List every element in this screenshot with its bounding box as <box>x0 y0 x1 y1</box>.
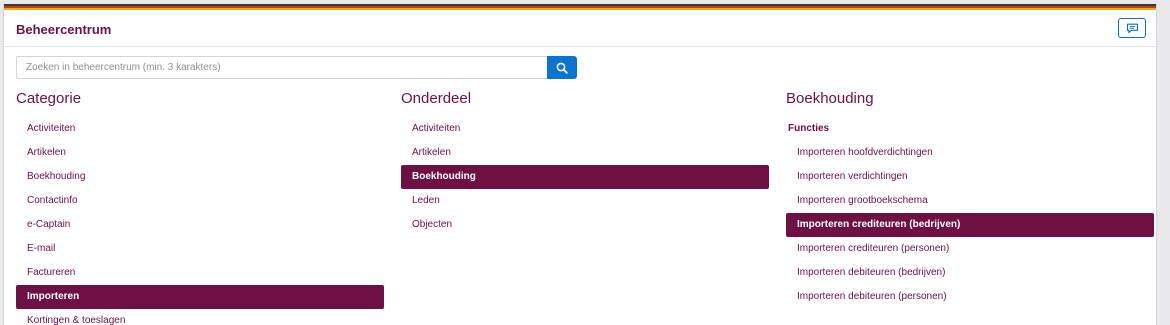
categorie-item[interactable]: e-Captain <box>16 213 384 237</box>
panel-header: Beheercentrum <box>4 10 1156 47</box>
onderdeel-item[interactable]: Activiteiten <box>401 117 769 141</box>
functie-item[interactable]: Importeren grootboekschema <box>786 189 1154 213</box>
boekhouding-column: Boekhouding Functies Importeren hoofdver… <box>786 90 1154 309</box>
categorie-item[interactable]: Activiteiten <box>16 117 384 141</box>
search-icon <box>556 62 568 74</box>
categorie-item[interactable]: Importeren <box>16 285 384 309</box>
categorie-item[interactable]: Artikelen <box>16 141 384 165</box>
categorie-heading: Categorie <box>16 90 82 107</box>
functie-item[interactable]: Importeren crediteuren (bedrijven) <box>786 213 1154 237</box>
categorie-item[interactable]: Contactinfo <box>16 189 384 213</box>
beheercentrum-panel: Beheercentrum Categorie ActiviteitenArti… <box>3 4 1157 325</box>
onderdeel-column: Onderdeel Activiteiten Artikelen Boekhoudi… <box>401 90 769 237</box>
functies-list: Importeren hoofdverdichtingen Importeren … <box>786 141 1154 309</box>
chat-icon <box>1126 23 1138 33</box>
functie-item[interactable]: Importeren hoofdverdichtingen <box>786 141 1154 165</box>
onderdeel-item[interactable]: Objecten <box>401 213 769 237</box>
onderdeel-item[interactable]: Leden <box>401 189 769 213</box>
search-input[interactable] <box>16 56 547 79</box>
categorie-column: Categorie Activiteiten Artikelen Boekhoudi… <box>16 90 384 325</box>
onderdeel-heading: Onderdeel <box>401 90 472 107</box>
categorie-item[interactable]: Factureren <box>16 261 384 285</box>
page-title: Beheercentrum <box>16 22 112 37</box>
boekhouding-heading: Boekhouding <box>786 90 874 107</box>
search-bar <box>16 56 577 79</box>
functie-item[interactable]: Importeren crediteuren (personen) <box>786 237 1154 261</box>
categorie-item[interactable]: E-mail <box>16 237 384 261</box>
categorie-list: Activiteiten Artikelen Boekhouding Contacti… <box>16 117 384 325</box>
onderdeel-item[interactable]: Artikelen <box>401 141 769 165</box>
functies-section-label: Functies <box>788 123 830 134</box>
onderdeel-list: Activiteiten Artikelen Boekhouding Leden Obj… <box>401 117 769 237</box>
functie-item[interactable]: Importeren debiteuren (personen) <box>786 285 1154 309</box>
chat-button[interactable] <box>1118 18 1146 38</box>
functie-item[interactable]: Importeren debiteuren (bedrijven) <box>786 261 1154 285</box>
categorie-item[interactable]: Kortingen & toeslagen <box>16 309 384 325</box>
onderdeel-item[interactable]: Boekhouding <box>401 165 769 189</box>
functie-item[interactable]: Importeren verdichtingen <box>786 165 1154 189</box>
categorie-item[interactable]: Boekhouding <box>16 165 384 189</box>
search-button[interactable] <box>547 56 577 79</box>
